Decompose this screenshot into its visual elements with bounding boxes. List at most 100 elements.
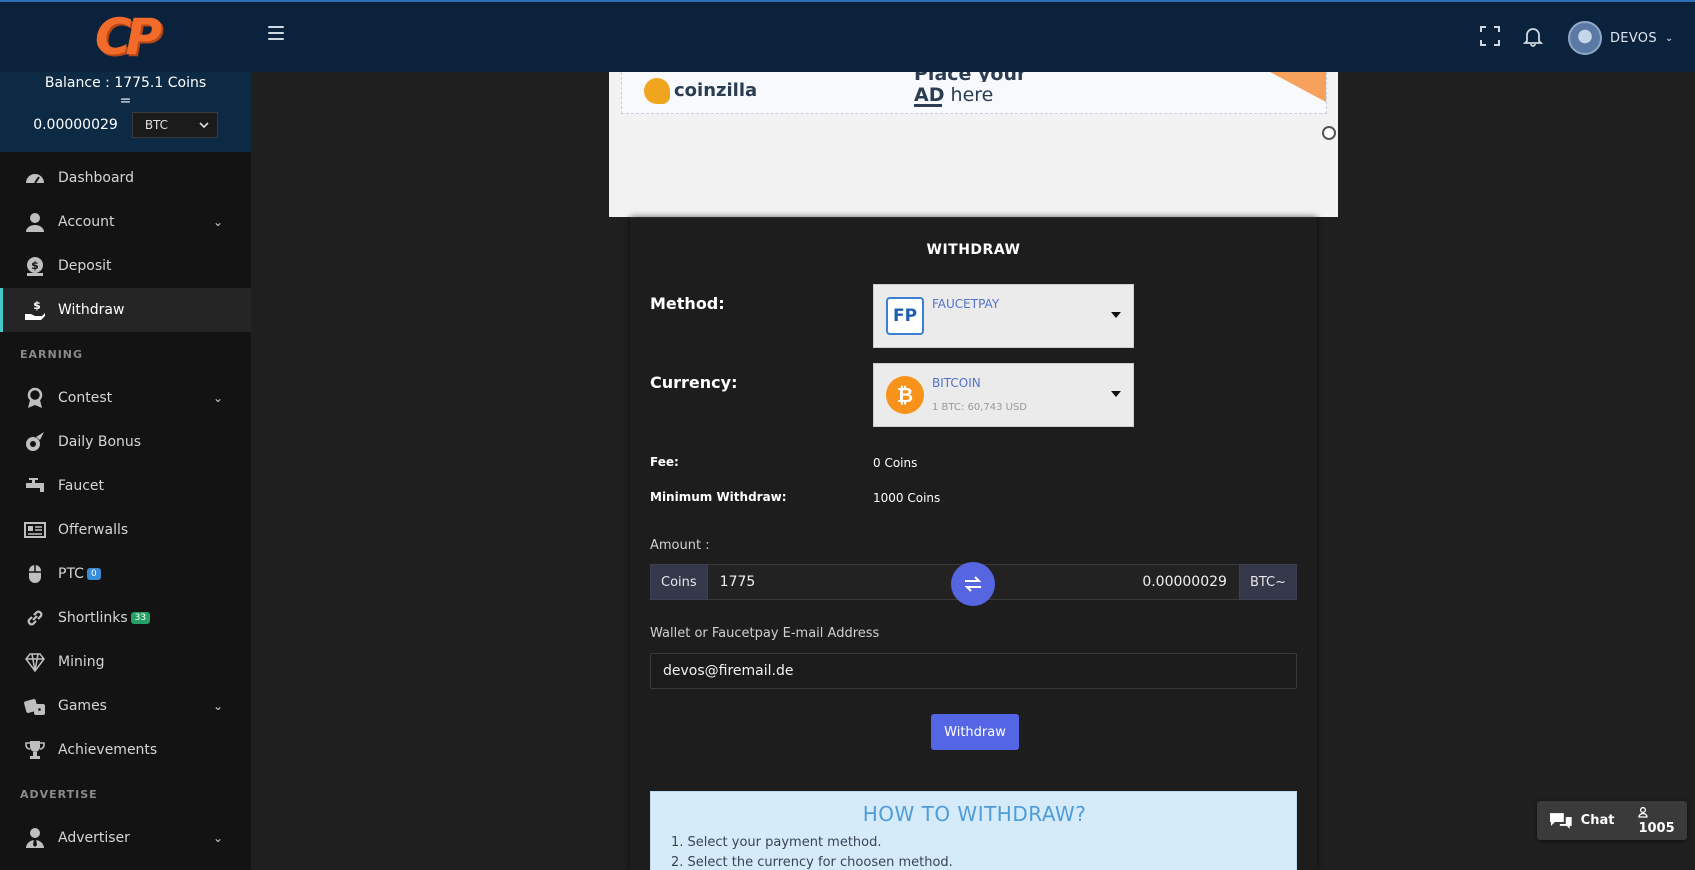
shortlinks-label: Shortlinks (58, 610, 128, 626)
fee-value: 0 Coins (873, 456, 918, 470)
btc-addon: BTC~ (1238, 564, 1298, 600)
sidebar-item-label: Dashboard (58, 170, 134, 186)
how-to-withdraw-box: HOW TO WITHDRAW? 1. Select your payment … (650, 791, 1297, 870)
sidebar-item-faucet[interactable]: Faucet (0, 464, 251, 508)
swap-button[interactable] (951, 562, 995, 606)
chat-button[interactable]: Chat 1005 (1537, 801, 1687, 840)
svg-text:₿: ₿ (897, 383, 913, 407)
amount-label: Amount : (650, 538, 710, 553)
balance-box: Balance : 1775.1 Coins = 0.00000029 BTC (0, 72, 251, 152)
meteor-icon (24, 431, 46, 453)
sidebar-item-label: Mining (58, 654, 105, 670)
menu-toggle-icon[interactable] (268, 26, 284, 40)
chat-count-value: 1005 (1638, 820, 1675, 836)
hand-dollar-icon: $ (24, 299, 46, 321)
user-icon (1638, 806, 1649, 818)
avatar (1568, 21, 1602, 55)
ad-creative[interactable]: coinzilla Place your AD here (621, 72, 1327, 114)
sidebar-item-advertiser[interactable]: Advertiser ⌄ (0, 816, 251, 860)
sidebar-item-games[interactable]: Games ⌄ (0, 684, 251, 728)
advertiser-icon (24, 827, 46, 849)
ptc-count-badge: 0 (86, 568, 101, 580)
mouse-icon (24, 563, 46, 585)
method-label: Method: (650, 294, 725, 313)
sidebar-item-label: Account (58, 214, 115, 230)
ad-banner[interactable]: coinzilla Place your AD here (609, 72, 1338, 217)
currency-select-value: BTC (144, 118, 169, 132)
sidebar-item-label: PTC 0 (58, 566, 101, 582)
sidebar-item-offerwalls[interactable]: Offerwalls (0, 508, 251, 552)
sidebar-item-label: Games (58, 698, 107, 714)
coins-amount-input[interactable]: 1775 (707, 564, 974, 600)
currency-value: BITCOIN (932, 376, 981, 390)
sidebar-item-deposit[interactable]: $ Deposit (0, 244, 251, 288)
wallet-input[interactable]: devos@firemail.de (650, 653, 1297, 689)
chat-label: Chat (1580, 813, 1615, 828)
logo-link[interactable]: CP (0, 2, 251, 72)
section-advertise: ADVERTISE (20, 787, 98, 801)
panel-title: WITHDRAW (926, 242, 1021, 258)
caret-down-icon (1111, 391, 1121, 397)
user-menu[interactable]: DEVOS ⌄ (1568, 20, 1673, 56)
sidebar-item-dashboard[interactable]: Dashboard (0, 156, 251, 200)
ad-corner-shape (1270, 72, 1326, 102)
fullscreen-icon[interactable] (1479, 25, 1501, 47)
speedometer-icon (24, 167, 46, 189)
sidebar-item-ptc[interactable]: PTC 0 (0, 552, 251, 596)
chevron-down-icon (199, 121, 209, 128)
wallet-label: Wallet or Faucetpay E-mail Address (650, 626, 880, 641)
bitcoin-icon: ₿ (886, 376, 924, 414)
sidebar-item-daily-bonus[interactable]: Daily Bonus (0, 420, 251, 464)
ad-choices-icon[interactable] (1322, 126, 1336, 140)
sidebar-item-shortlinks[interactable]: Shortlinks 33 (0, 596, 251, 640)
fee-label: Fee: (650, 455, 679, 469)
faucet-icon (24, 475, 46, 497)
sidebar-item-label: Daily Bonus (58, 434, 142, 450)
chevron-down-icon: ⌄ (212, 391, 223, 405)
currency-label: Currency: (650, 373, 738, 392)
diamond-icon (24, 651, 46, 673)
sidebar-item-mining[interactable]: Mining (0, 640, 251, 684)
withdraw-button[interactable]: Withdraw (931, 714, 1019, 750)
method-dropdown[interactable]: FP FAUCETPAY (873, 284, 1134, 348)
chevron-down-icon: ⌄ (1664, 32, 1674, 44)
how-to-step: 1. Select your payment method. (671, 835, 882, 850)
caret-down-icon (1111, 312, 1121, 318)
balance-coins: Balance : 1775.1 Coins (44, 75, 207, 91)
bell-icon[interactable] (1522, 25, 1544, 47)
newspaper-icon (24, 519, 46, 541)
balance-equals: = (119, 93, 132, 109)
ad-text-strong: AD (914, 84, 945, 106)
btc-amount-input[interactable]: 0.00000029 (973, 564, 1239, 600)
coins-addon: Coins (650, 564, 708, 600)
chevron-down-icon: ⌄ (212, 215, 223, 229)
min-withdraw-value: 1000 Coins (873, 491, 941, 505)
faucetpay-icon: FP (886, 297, 924, 335)
chevron-down-icon: ⌄ (212, 831, 223, 845)
currency-dropdown[interactable]: ₿ BITCOIN 1 BTC: 60,743 USD (873, 363, 1134, 427)
ad-brand-text: coinzilla (674, 80, 758, 101)
sidebar-item-withdraw[interactable]: $ Withdraw (0, 288, 251, 332)
faucetpay-icon-text: FP (892, 306, 918, 326)
currency-select[interactable]: BTC (131, 112, 218, 138)
ad-text: Place your AD here (914, 72, 1026, 106)
trophy-icon (24, 739, 46, 761)
min-withdraw-label: Minimum Withdraw: (650, 490, 787, 504)
chat-bubbles-icon (1549, 812, 1572, 829)
sidebar-item-label: Achievements (58, 742, 158, 758)
sidebar-item-account[interactable]: Account ⌄ (0, 200, 251, 244)
svg-text:$: $ (33, 299, 41, 312)
sidebar-item-label: Offerwalls (58, 522, 129, 538)
money-bag-icon: $ (24, 255, 46, 277)
link-icon (24, 607, 46, 629)
user-icon (24, 211, 46, 233)
coinzilla-logo-icon (644, 78, 670, 104)
section-earning: EARNING (20, 347, 84, 361)
medal-icon (24, 387, 46, 409)
username: DEVOS (1610, 30, 1657, 46)
currency-rate: 1 BTC: 60,743 USD (932, 402, 1027, 413)
dice-icon (24, 695, 46, 717)
sidebar-item-contest[interactable]: Contest ⌄ (0, 376, 251, 420)
logo: CP (94, 8, 162, 66)
sidebar-item-achievements[interactable]: Achievements (0, 728, 251, 772)
